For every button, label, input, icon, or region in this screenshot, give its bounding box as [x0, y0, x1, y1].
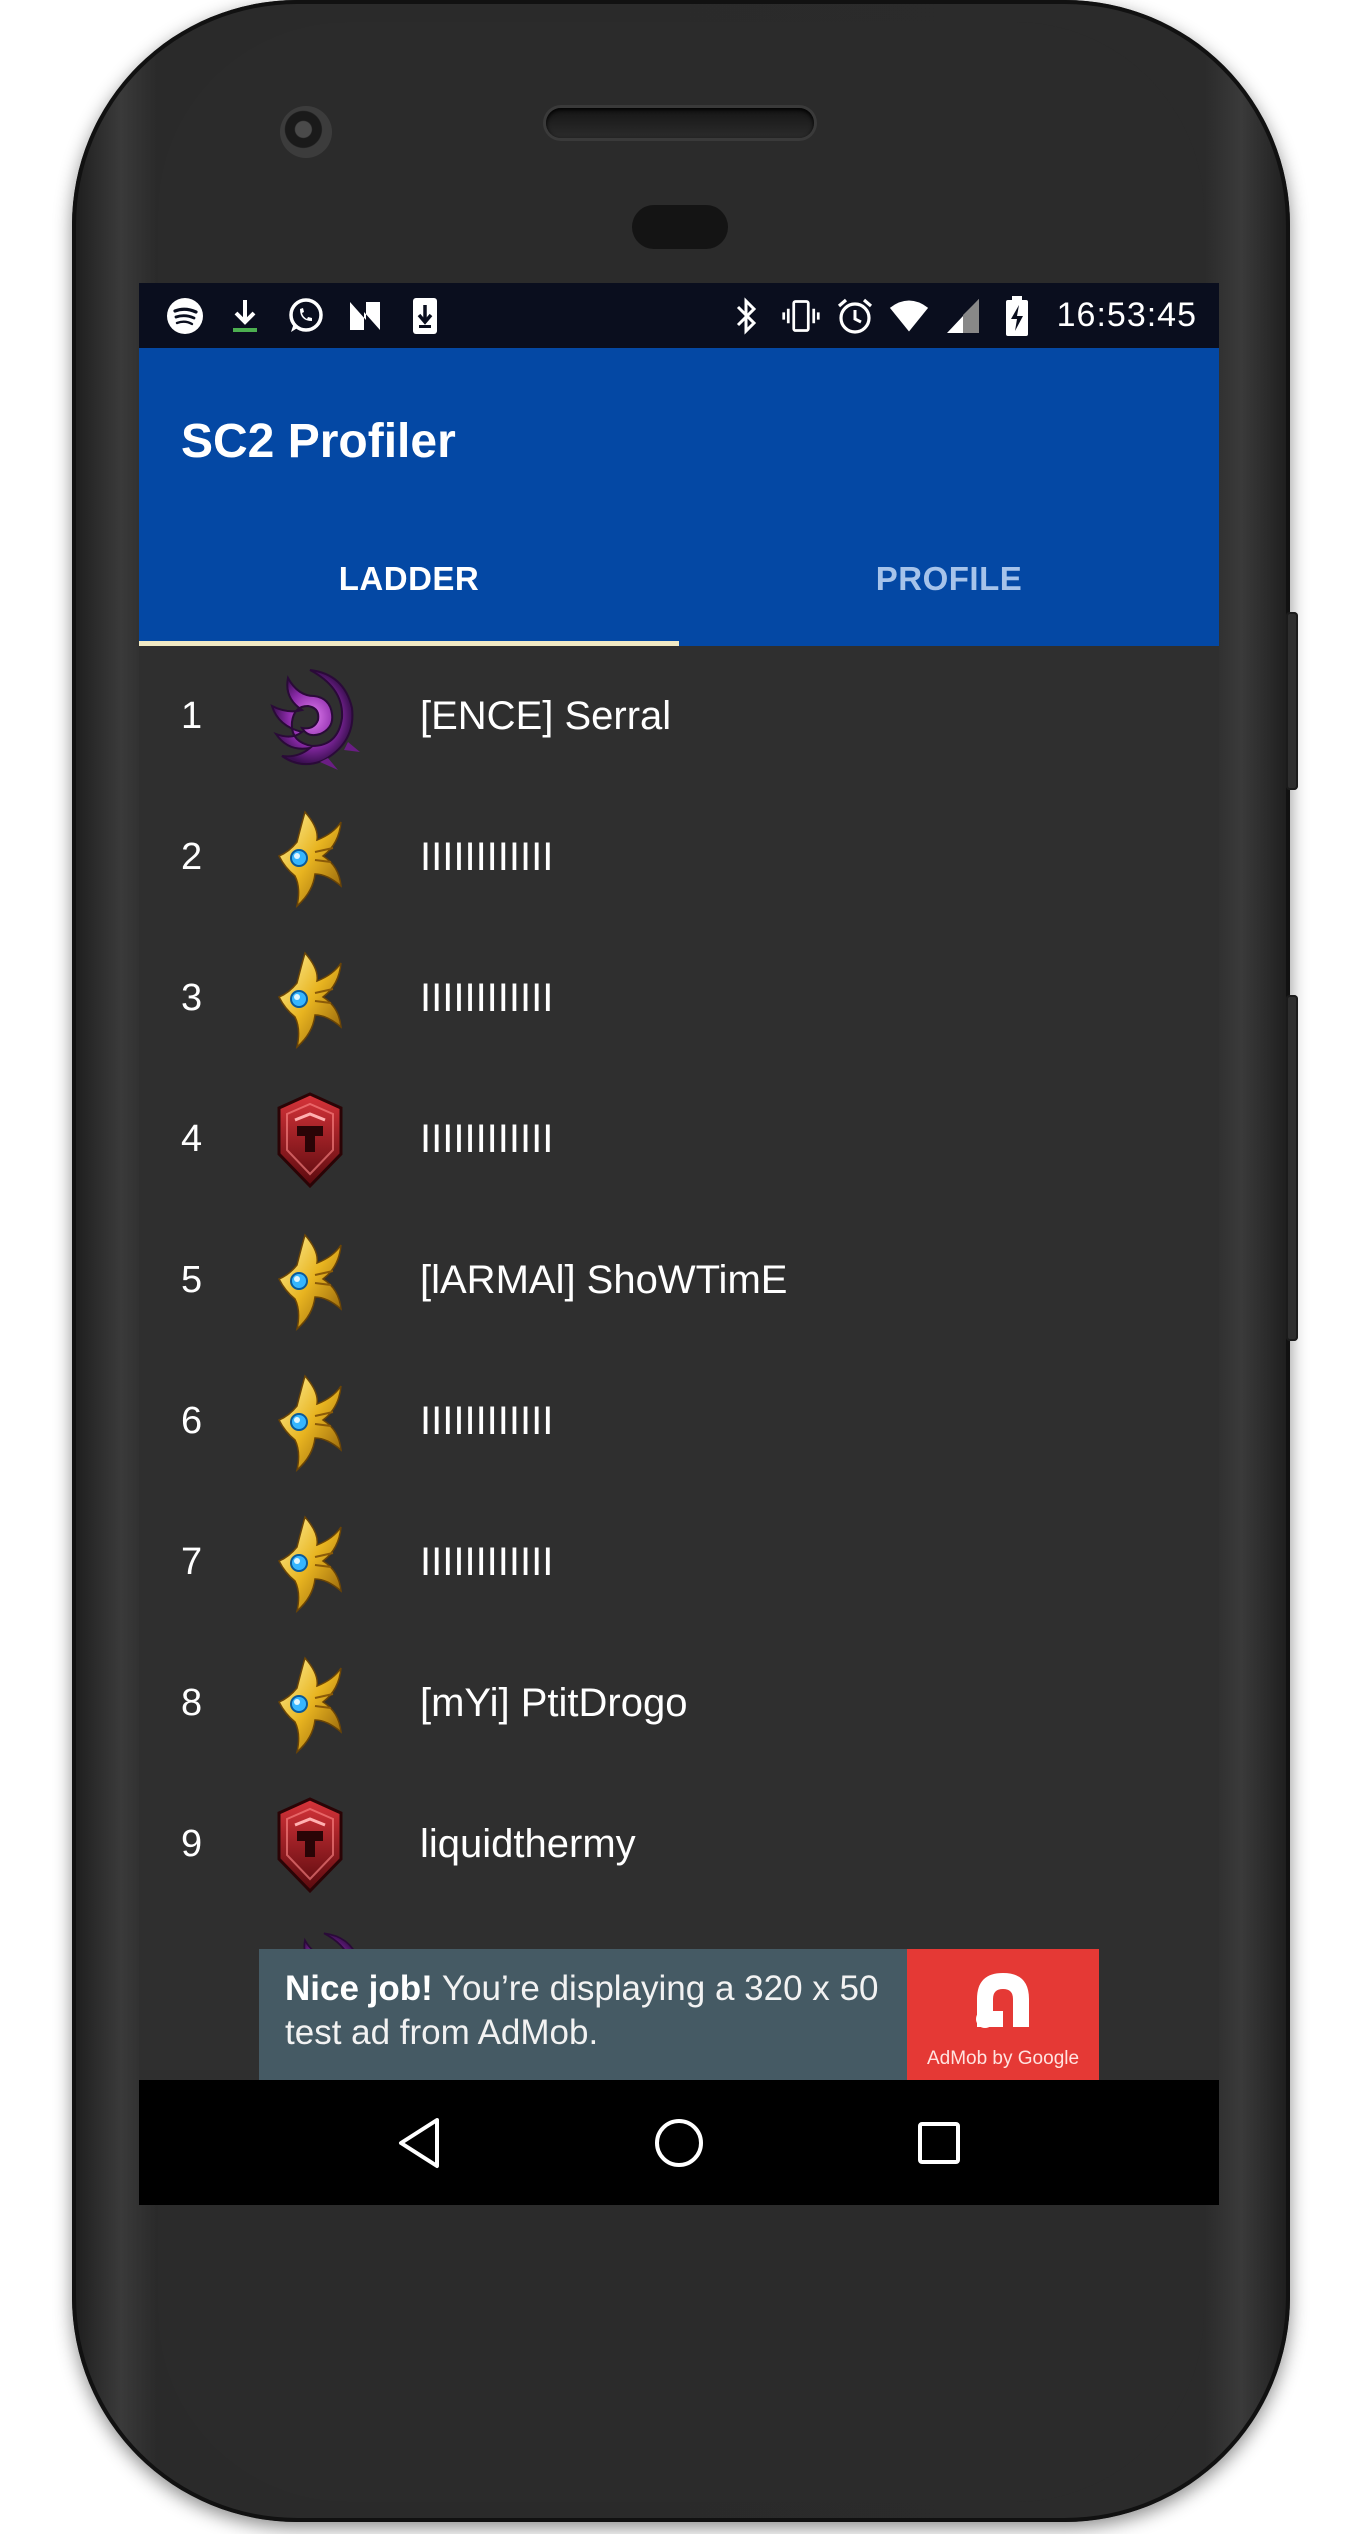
player-name: [lARMAl] ShoWTimE: [420, 1258, 788, 1302]
ladder-row[interactable]: 7 IIIIIIIIIIII: [139, 1492, 1219, 1633]
player-name: IIIIIIIIIIII: [420, 1399, 554, 1443]
ladder-row[interactable]: 9 liquidthermy: [139, 1774, 1219, 1915]
ladder-row[interactable]: 2 IIIIIIIIIIII: [139, 787, 1219, 928]
player-name: liquidthermy: [420, 1822, 636, 1866]
protoss-icon: [255, 1367, 365, 1477]
sd-card-download-icon: [405, 296, 445, 336]
status-bar: 16:53:45: [139, 283, 1219, 348]
rank-number: 2: [181, 836, 203, 878]
protoss-icon: [255, 944, 365, 1054]
player-name: IIIIIIIIIIII: [420, 835, 554, 879]
rank-number: 6: [181, 1400, 203, 1442]
protoss-icon: [255, 1226, 365, 1336]
admob-logo: AdMob by Google: [907, 1949, 1099, 2080]
app-bar: SC2 Profiler: [139, 348, 1219, 526]
protoss-icon: [255, 1508, 365, 1618]
bluetooth-icon: [727, 296, 767, 336]
tab-profile[interactable]: PROFILE: [679, 526, 1219, 646]
player-name: [ENCE] Serral: [420, 694, 672, 738]
terran-icon: [255, 1790, 365, 1900]
rank-number: 3: [181, 977, 203, 1019]
admob-caption: AdMob by Google: [926, 2048, 1080, 2069]
rank-number: 8: [181, 1682, 203, 1724]
admob-icon: [976, 1973, 1029, 2028]
rank-number: 5: [181, 1259, 203, 1301]
whatsapp-icon: [285, 296, 325, 336]
vibrate-icon: [781, 296, 821, 336]
ad-banner[interactable]: Nice job! You’re displaying a 320 x 50 t…: [259, 1949, 1099, 2080]
ladder-row[interactable]: 4 IIIIIIIIIIII: [139, 1069, 1219, 1210]
battery-charging-icon: [997, 295, 1037, 336]
ladder-row[interactable]: 5 [lARMAl] ShoWTimE: [139, 1210, 1219, 1351]
player-name: [mYi] PtitDrogo: [420, 1681, 688, 1725]
wifi-icon: [889, 296, 929, 336]
player-name: IIIIIIIIIIII: [420, 1117, 554, 1161]
player-name: IIIIIIIIIIII: [420, 1540, 554, 1584]
screen: 16:53:45 SC2 Profiler LADDER PROFILE 1 […: [139, 283, 1219, 2205]
earpiece-speaker: [546, 108, 814, 138]
app-title: SC2 Profiler: [181, 415, 456, 468]
n-app-icon: [345, 296, 385, 336]
ladder-row[interactable]: 6 IIIIIIIIIIII: [139, 1351, 1219, 1492]
player-name: IIIIIIIIIIII: [420, 976, 554, 1020]
proximity-sensor: [632, 205, 728, 249]
ladder-row[interactable]: 1 [ENCE] Serral: [139, 646, 1219, 787]
front-camera: [280, 106, 332, 158]
rank-number: 7: [181, 1541, 203, 1583]
protoss-icon: [255, 1649, 365, 1759]
ladder-row[interactable]: 8 [mYi] PtitDrogo: [139, 1633, 1219, 1774]
ad-headline: Nice job!: [285, 1969, 433, 2008]
recents-icon[interactable]: [904, 2108, 974, 2178]
home-icon[interactable]: [644, 2108, 714, 2178]
rank-number: 9: [181, 1823, 203, 1865]
tab-ladder[interactable]: LADDER: [139, 526, 679, 646]
tab-bar: LADDER PROFILE: [139, 526, 1219, 646]
status-time: 16:53:45: [1056, 296, 1197, 334]
download-icon: [225, 296, 265, 336]
alarm-icon: [835, 296, 875, 336]
back-icon[interactable]: [384, 2108, 454, 2178]
power-button: [1286, 612, 1298, 790]
terran-icon: [255, 1085, 365, 1195]
rank-number: 4: [181, 1118, 203, 1160]
zerg-icon: [255, 662, 365, 772]
rank-number: 1: [181, 695, 203, 737]
ad-text: Nice job! You’re displaying a 320 x 50 t…: [259, 1949, 907, 2080]
volume-button: [1286, 995, 1298, 1341]
signal-icon: [943, 296, 983, 336]
tab-ladder-label: LADDER: [338, 560, 480, 597]
navigation-bar: [139, 2080, 1219, 2205]
spotify-icon: [165, 296, 205, 336]
ladder-list: 1 [ENCE] Serral 2 IIIIIIIIIIII 3 IIIIIII…: [139, 646, 1219, 1915]
ladder-row[interactable]: 3 IIIIIIIIIIII: [139, 928, 1219, 1069]
tab-profile-label: PROFILE: [875, 560, 1023, 597]
protoss-icon: [255, 803, 365, 913]
